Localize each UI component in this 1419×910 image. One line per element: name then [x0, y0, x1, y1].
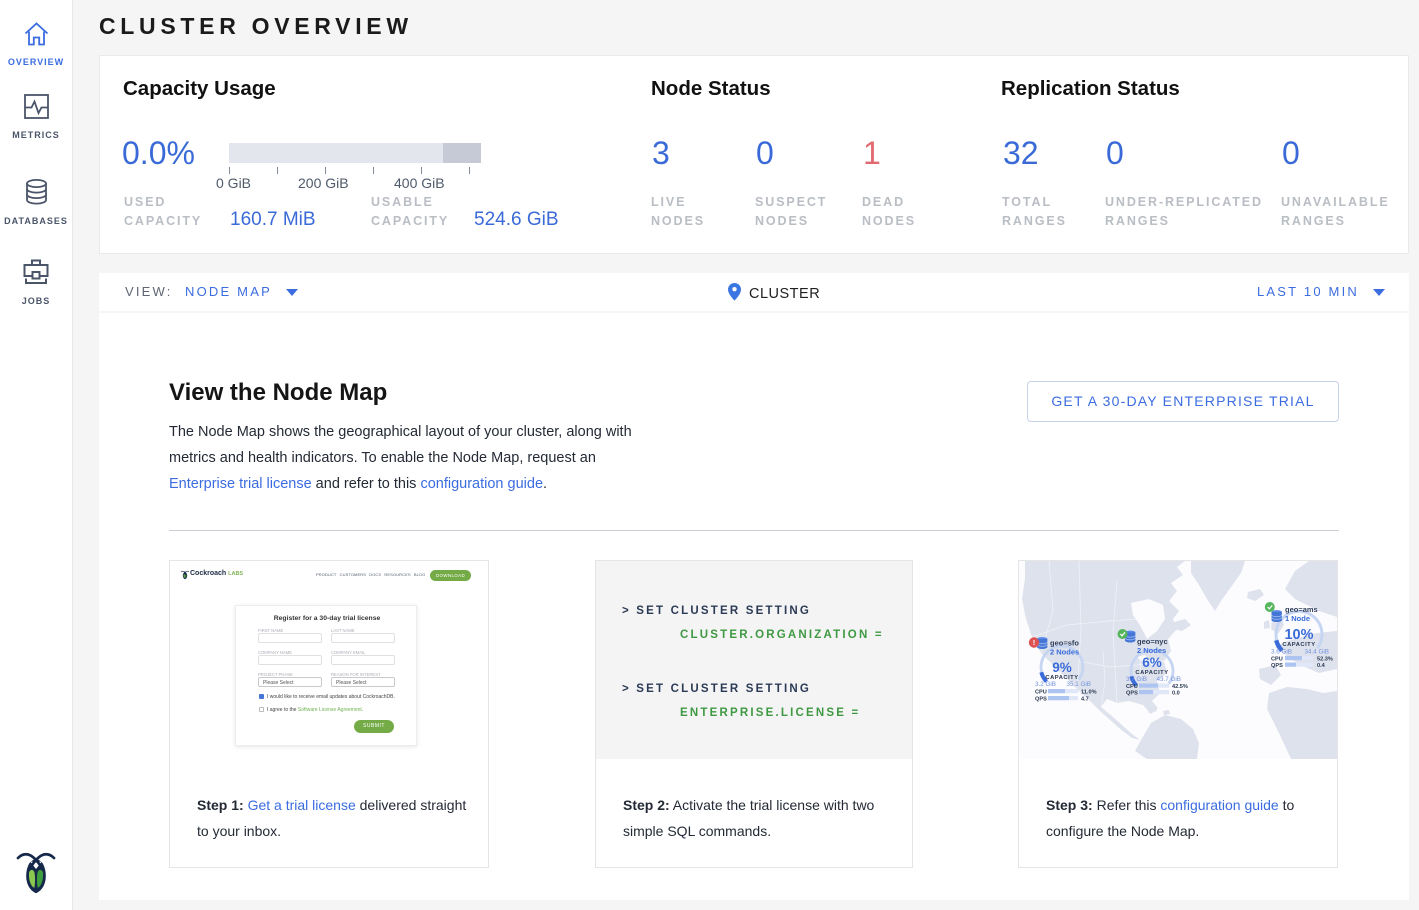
- svg-text:2 Nodes: 2 Nodes: [1137, 646, 1166, 655]
- svg-text:CAPACITY: CAPACITY: [1282, 642, 1315, 648]
- svg-text:43.7 GiB: 43.7 GiB: [1156, 676, 1181, 683]
- svg-text:QPS: QPS: [1126, 691, 1138, 697]
- svg-text:3.6 GiB: 3.6 GiB: [1271, 649, 1292, 656]
- svg-text:1 Node: 1 Node: [1285, 614, 1310, 623]
- svg-text:QPS: QPS: [1035, 697, 1047, 703]
- svg-text:QPS: QPS: [1271, 663, 1283, 669]
- svg-text:3.7 GiB: 3.7 GiB: [1126, 676, 1147, 683]
- svg-text:35.1 GiB: 35.1 GiB: [1066, 681, 1091, 688]
- svg-text:0.0: 0.0: [1172, 691, 1180, 697]
- svg-text:52.3%: 52.3%: [1317, 657, 1333, 663]
- svg-text:geo=nyc: geo=nyc: [1137, 637, 1168, 646]
- svg-text:!: !: [1033, 638, 1036, 647]
- svg-text:9%: 9%: [1052, 660, 1072, 675]
- svg-text:2 Nodes: 2 Nodes: [1050, 648, 1079, 657]
- svg-text:3.2 GiB: 3.2 GiB: [1035, 681, 1056, 688]
- svg-text:geo=sfo: geo=sfo: [1050, 639, 1079, 648]
- svg-text:geo=ams: geo=ams: [1285, 605, 1318, 614]
- svg-text:42.5%: 42.5%: [1172, 684, 1188, 690]
- svg-text:6%: 6%: [1142, 655, 1162, 670]
- svg-text:0.4: 0.4: [1317, 663, 1326, 669]
- svg-text:CPU: CPU: [1126, 684, 1138, 690]
- svg-text:11.0%: 11.0%: [1081, 690, 1097, 696]
- svg-text:4.7: 4.7: [1081, 697, 1089, 703]
- svg-text:10%: 10%: [1284, 627, 1313, 643]
- svg-text:CPU: CPU: [1271, 657, 1283, 663]
- svg-text:CPU: CPU: [1035, 690, 1047, 696]
- svg-text:34.4 GiB: 34.4 GiB: [1304, 649, 1329, 656]
